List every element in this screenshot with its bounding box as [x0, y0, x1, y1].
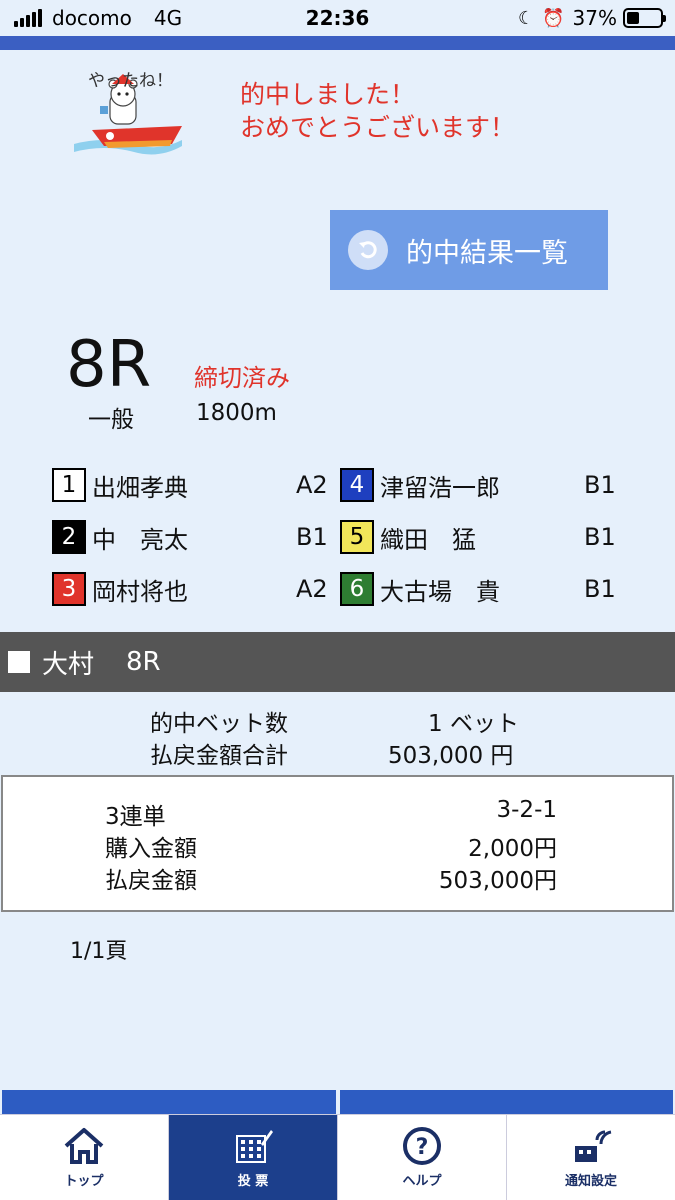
battery-icon — [623, 8, 666, 28]
payout-label: 払戻金額 — [105, 868, 197, 894]
status-right: ☾ ⏰ 37% — [517, 6, 666, 30]
lane-number: 6 — [340, 572, 374, 606]
tab-top-label: トップ — [64, 1174, 104, 1189]
race-distance: 1800m — [196, 400, 277, 426]
home-icon — [64, 1128, 104, 1164]
notification-settings-icon — [575, 1130, 612, 1162]
bottom-right-button[interactable] — [340, 1090, 673, 1114]
square-icon — [8, 651, 30, 673]
racer-rank: B1 — [584, 575, 616, 603]
bottom-left-button[interactable] — [2, 1090, 336, 1114]
bet-type-label: 3連単 — [105, 804, 166, 830]
bet-combination: 3-2-1 — [496, 797, 558, 823]
racer-row: 5 織田 猛 — [340, 520, 476, 554]
lane-number: 5 — [340, 520, 374, 554]
hit-message-line2: おめでとうございます！ — [240, 113, 516, 142]
tab-vote[interactable]: 投 票 — [168, 1115, 337, 1200]
lane-number: 4 — [340, 468, 374, 502]
racer-rank: B1 — [296, 523, 328, 551]
bet-detail-box: 3連単 3-2-1 購入金額 2,000円 払戻金額 503,000円 — [1, 775, 674, 912]
tab-notification-settings-label: 通知設定 — [564, 1174, 617, 1189]
race-class: 一般 — [88, 407, 134, 433]
hit-results-list-button[interactable]: 的中結果一覧 — [330, 210, 608, 290]
tab-vote-label: 投 票 — [237, 1174, 269, 1189]
tab-notification-settings[interactable]: 通知設定 — [506, 1115, 675, 1200]
purchase-row: 購入金額 2,000円 — [105, 829, 557, 862]
header-strip — [0, 36, 675, 50]
svg-text:?: ? — [416, 1135, 429, 1160]
back-arrow-icon — [348, 230, 388, 270]
racer-name: 織田 猛 — [380, 525, 476, 554]
venue-race: 8R — [126, 647, 161, 677]
lane-number: 3 — [52, 572, 86, 606]
purchase-value: 2,000円 — [468, 836, 557, 862]
tab-help-label: ヘルプ — [402, 1174, 442, 1189]
racer-rank: A2 — [296, 575, 328, 603]
racer-rank: A2 — [296, 471, 328, 499]
hit-message-line1: 的中しました！ — [240, 80, 416, 109]
tab-help[interactable]: ? ヘルプ — [337, 1115, 506, 1200]
tab-top[interactable]: トップ — [0, 1115, 168, 1200]
lane-number: 2 — [52, 520, 86, 554]
moon-icon: ☾ — [517, 7, 535, 29]
page-indicator: 1/1頁 — [70, 939, 128, 964]
racer-row: 3 岡村将也 — [52, 572, 188, 606]
racer-name: 大古場 貴 — [380, 577, 500, 606]
payout-value: 503,000円 — [438, 868, 557, 894]
bet-type-row: 3連単 3-2-1 — [105, 797, 558, 830]
racer-rank: B1 — [584, 471, 616, 499]
vote-icon — [236, 1130, 273, 1163]
racer-row: 2中 亮太 — [52, 520, 188, 554]
race-status: 締切済み — [194, 364, 290, 392]
payout-row: 払戻金額 503,000円 — [105, 861, 557, 894]
racer-row: 6 大古場 貴 — [340, 572, 500, 606]
purchase-label: 購入金額 — [105, 836, 197, 862]
hit-count-label: 的中ベット数 — [150, 711, 288, 737]
status-bar: docomo 4G 22:36 ☾ ⏰ 37% — [0, 0, 675, 36]
lane-number: 1 — [52, 468, 86, 502]
racer-row: 1 出畑孝典 — [52, 468, 188, 502]
racer-name: 出畑孝典 — [92, 473, 188, 502]
hit-count-value: 1 ベット — [428, 711, 519, 737]
venue-bar: 大村 8R — [0, 632, 675, 692]
mascot-speech-bubble: やったね！ — [88, 71, 173, 91]
help-icon: ? — [403, 1127, 441, 1165]
hit-message: 的中しました！ おめでとうございます！ — [240, 78, 515, 144]
payout-total-value: 503,000 円 — [388, 743, 514, 769]
racer-row: 4 津留浩一郎 — [340, 468, 500, 502]
venue-name: 大村 — [42, 649, 95, 680]
tab-bar: トップ 投 票 ? ヘルプ 通知設定 — [0, 1114, 675, 1200]
battery-percent: 37% — [572, 6, 617, 30]
racer-name: 津留浩一郎 — [380, 473, 500, 502]
racer-name: 中 亮太 — [92, 525, 188, 554]
racer-rank: B1 — [584, 523, 616, 551]
alarm-icon: ⏰ — [542, 7, 565, 29]
payout-total-label: 払戻金額合計 — [150, 743, 288, 769]
race-number: 8R — [66, 328, 152, 402]
svg-text:やったね！: やったね！ — [88, 71, 173, 91]
racer-name: 岡村将也 — [92, 577, 188, 606]
hit-results-list-label: 的中結果一覧 — [406, 237, 568, 269]
battery-fill — [627, 12, 639, 24]
